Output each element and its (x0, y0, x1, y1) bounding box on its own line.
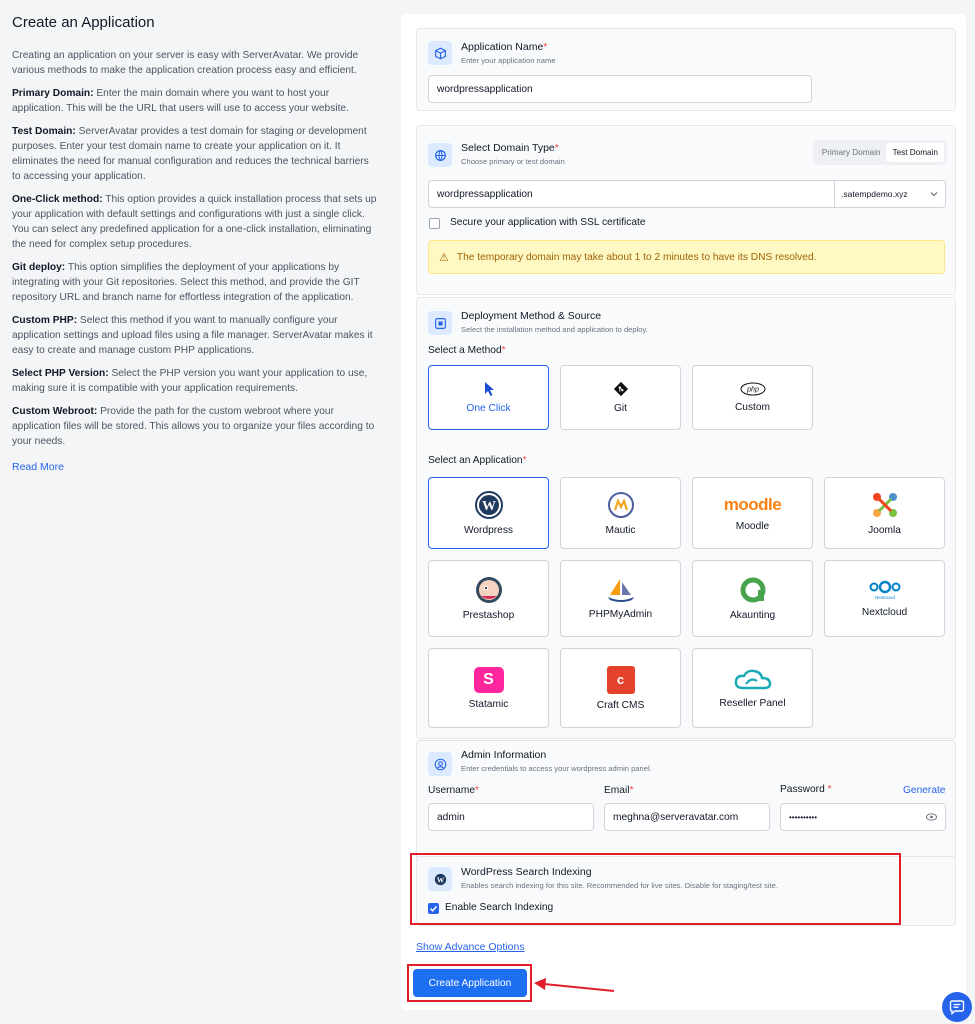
craft-icon: c (606, 665, 635, 694)
app-name-input[interactable]: wordpressapplication (428, 75, 812, 103)
username-label: Username* (428, 785, 479, 796)
username-input[interactable]: admin (428, 803, 594, 831)
indexing-highlight-box (410, 853, 901, 925)
help-test-domain: Test Domain: ServerAvatar provides a tes… (12, 126, 369, 182)
password-input[interactable]: •••••••••• (780, 803, 946, 831)
git-icon (613, 381, 628, 397)
domain-type-toggle: Primary Domain Test Domain (812, 140, 947, 165)
chevron-down-icon (930, 192, 938, 197)
red-arrow (534, 978, 615, 992)
domain-subtitle: Choose primary or test domain (461, 157, 565, 166)
joomla-icon (872, 492, 897, 517)
svg-text:W: W (482, 499, 496, 514)
deploy-title: Deployment Method & Source (461, 310, 602, 322)
app-name-card: Application Name* Enter your application… (416, 28, 956, 111)
method-one-click[interactable]: One Click (428, 365, 549, 430)
ssl-checkbox[interactable] (429, 218, 440, 229)
help-php-version: Select PHP Version: Select the PHP versi… (12, 368, 368, 394)
email-input[interactable]: meghna@serveravatar.com (604, 803, 770, 831)
password-label: Password * (780, 784, 832, 795)
dns-alert: ⚠ The temporary domain may take about 1 … (428, 240, 945, 274)
app-name-subtitle: Enter your application name (461, 56, 556, 65)
help-git-deploy: Git deploy: This option simplifies the d… (12, 262, 360, 303)
domain-card: Select Domain Type* Choose primary or te… (416, 125, 956, 295)
read-more-link[interactable]: Read More (12, 461, 64, 473)
domain-input[interactable]: wordpressapplication (428, 180, 835, 208)
app-mautic[interactable]: Mautic (560, 477, 681, 549)
svg-text:Nextcloud: Nextcloud (874, 595, 895, 600)
app-reseller-panel[interactable]: Reseller Panel (692, 648, 813, 728)
moodle-logo: moodle (723, 494, 782, 514)
user-icon (428, 752, 452, 776)
app-statamic[interactable]: S Statamic (428, 648, 549, 728)
help-one-click: One-Click method: This option provides a… (12, 194, 377, 250)
svg-text:php: php (746, 387, 759, 394)
app-prestashop[interactable]: Prestashop (428, 560, 549, 637)
method-label: Select a Method* (428, 345, 506, 356)
app-phpmyadmin[interactable]: PHPMyAdmin (560, 560, 681, 637)
globe-icon (428, 143, 452, 167)
app-nextcloud[interactable]: Nextcloud Nextcloud (824, 560, 945, 637)
primary-domain-option[interactable]: Primary Domain (816, 143, 887, 162)
test-domain-option[interactable]: Test Domain (886, 143, 944, 162)
deploy-card: Deployment Method & Source Select the in… (416, 297, 956, 739)
app-craft-cms[interactable]: c Craft CMS (560, 648, 681, 728)
method-custom[interactable]: php Custom (692, 365, 813, 430)
help-custom-php: Custom PHP: Select this method if you wa… (12, 315, 373, 356)
show-advance-options-link[interactable]: Show Advance Options (416, 941, 525, 953)
app-joomla[interactable]: Joomla (824, 477, 945, 549)
app-wordpress[interactable]: W Wordpress (428, 477, 549, 549)
cube-icon (428, 41, 452, 65)
warning-icon: ⚠ (439, 251, 449, 264)
intro-text: Creating an application on your server i… (12, 50, 359, 76)
app-label: Select an Application* (428, 455, 527, 466)
statamic-icon: S (473, 666, 504, 693)
email-label: Email* (604, 785, 634, 796)
ssl-label: Secure your application with SSL certifi… (450, 217, 646, 228)
reseller-cloud-icon (734, 669, 771, 689)
php-icon: php (740, 382, 765, 396)
app-name-title: Application Name* (461, 41, 548, 53)
cursor-icon (484, 382, 494, 396)
nextcloud-icon: Nextcloud (869, 580, 900, 600)
deploy-icon (428, 311, 452, 335)
domain-title: Select Domain Type* (461, 142, 559, 154)
deploy-subtitle: Select the installation method and appli… (461, 325, 648, 334)
admin-title: Admin Information (461, 749, 547, 761)
phpmyadmin-icon (607, 579, 634, 602)
chat-icon (949, 1000, 965, 1015)
help-panel: Create an Application Creating an applic… (12, 14, 380, 475)
prestashop-icon (475, 577, 502, 603)
page-title: Create an Application (12, 14, 155, 31)
help-custom-webroot: Custom Webroot: Provide the path for the… (12, 406, 375, 447)
method-git[interactable]: Git (560, 365, 681, 430)
admin-subtitle: Enter credentials to access your wordpre… (461, 764, 652, 773)
domain-suffix-select[interactable]: .satempdemo.xyz (835, 180, 946, 208)
akaunting-icon (740, 577, 765, 603)
mautic-icon (607, 491, 634, 518)
generate-password-link[interactable]: Generate (903, 785, 945, 796)
app-akaunting[interactable]: Akaunting (692, 560, 813, 637)
app-moodle[interactable]: moodle Moodle (692, 477, 813, 549)
admin-card: Admin Information Enter credentials to a… (416, 740, 956, 860)
create-application-button[interactable]: Create Application (413, 969, 527, 997)
chat-support-button[interactable] (942, 992, 972, 1022)
eye-icon[interactable] (926, 813, 937, 821)
wordpress-icon: W (474, 490, 503, 519)
help-primary-domain: Primary Domain: Enter the main domain wh… (12, 88, 349, 114)
